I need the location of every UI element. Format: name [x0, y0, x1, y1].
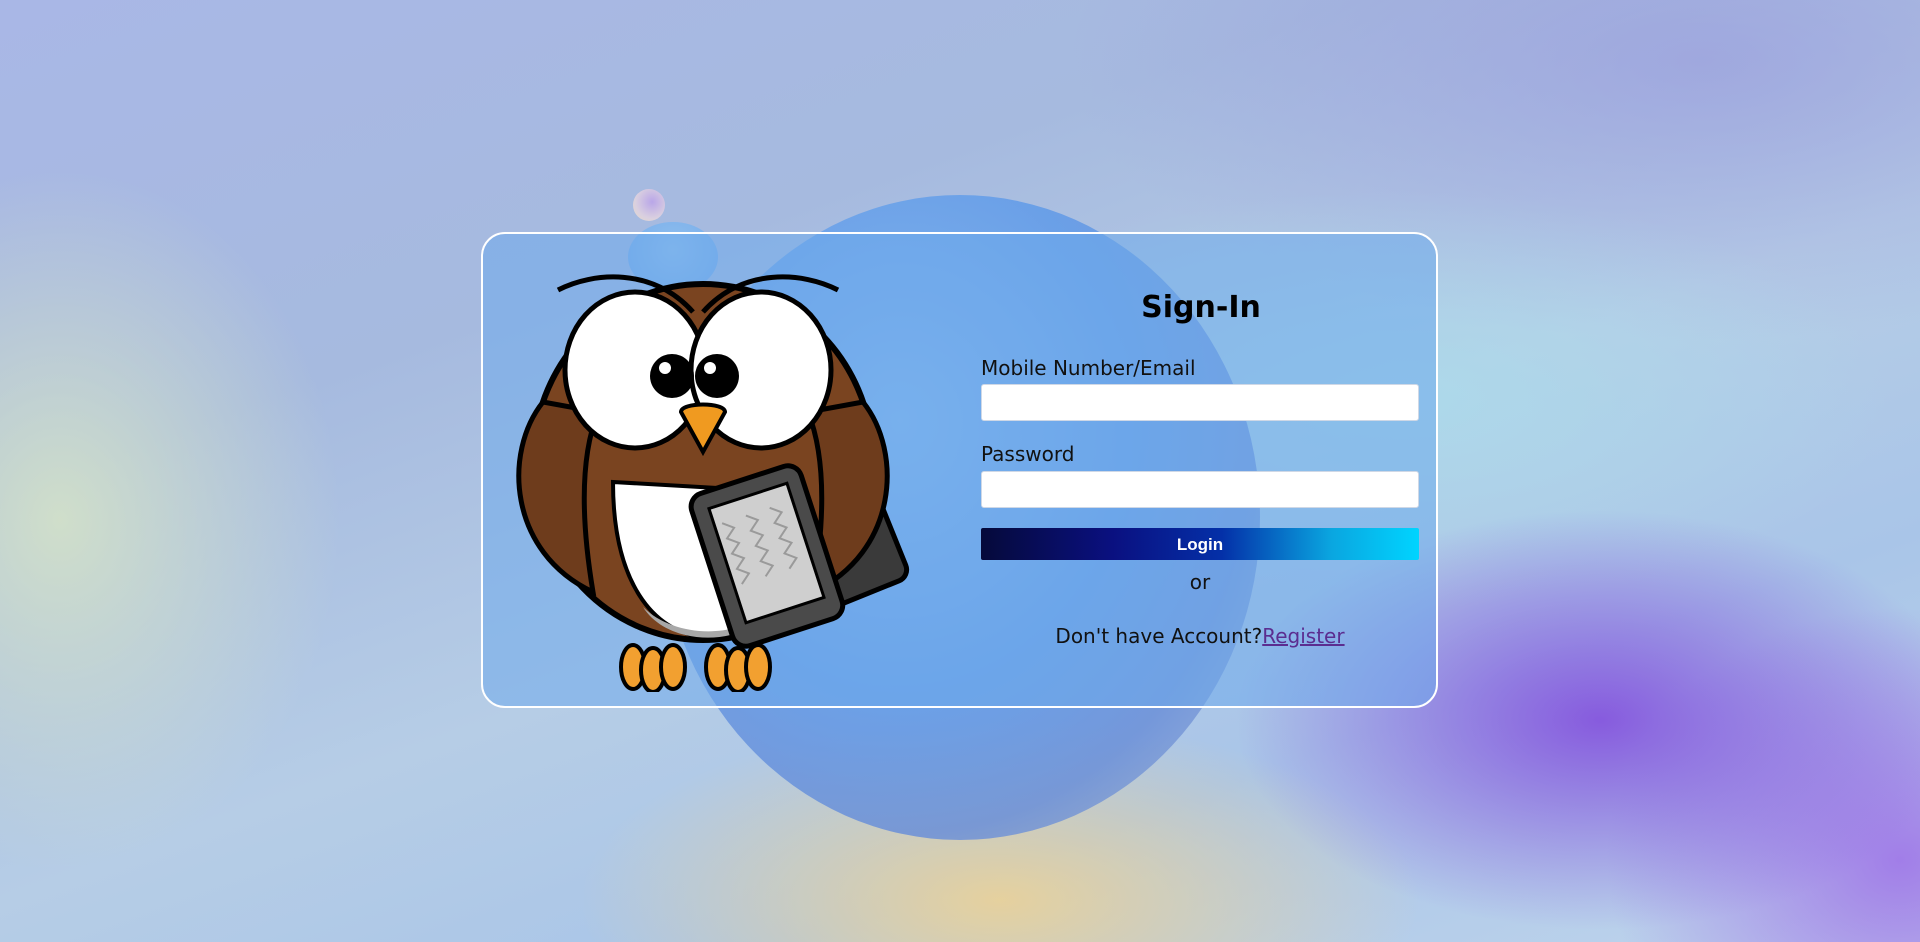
register-prompt: Don't have Account?Register: [981, 624, 1419, 648]
username-label: Mobile Number/Email: [981, 356, 1196, 380]
signin-card: Sign-In Mobile Number/Email Password Log…: [481, 232, 1438, 708]
or-separator: or: [1189, 570, 1211, 594]
background-bubble-small: [633, 189, 665, 221]
register-link[interactable]: Register: [1262, 624, 1344, 648]
signin-title: Sign-In: [1141, 290, 1261, 325]
signin-form: Sign-In Mobile Number/Email Password Log…: [981, 234, 1421, 706]
no-account-text: Don't have Account?: [1055, 624, 1263, 648]
username-input[interactable]: [981, 384, 1419, 421]
owl-with-ereader-icon: [503, 252, 943, 692]
password-input[interactable]: [981, 471, 1419, 508]
password-label: Password: [981, 442, 1075, 466]
login-button[interactable]: Login: [981, 528, 1419, 560]
